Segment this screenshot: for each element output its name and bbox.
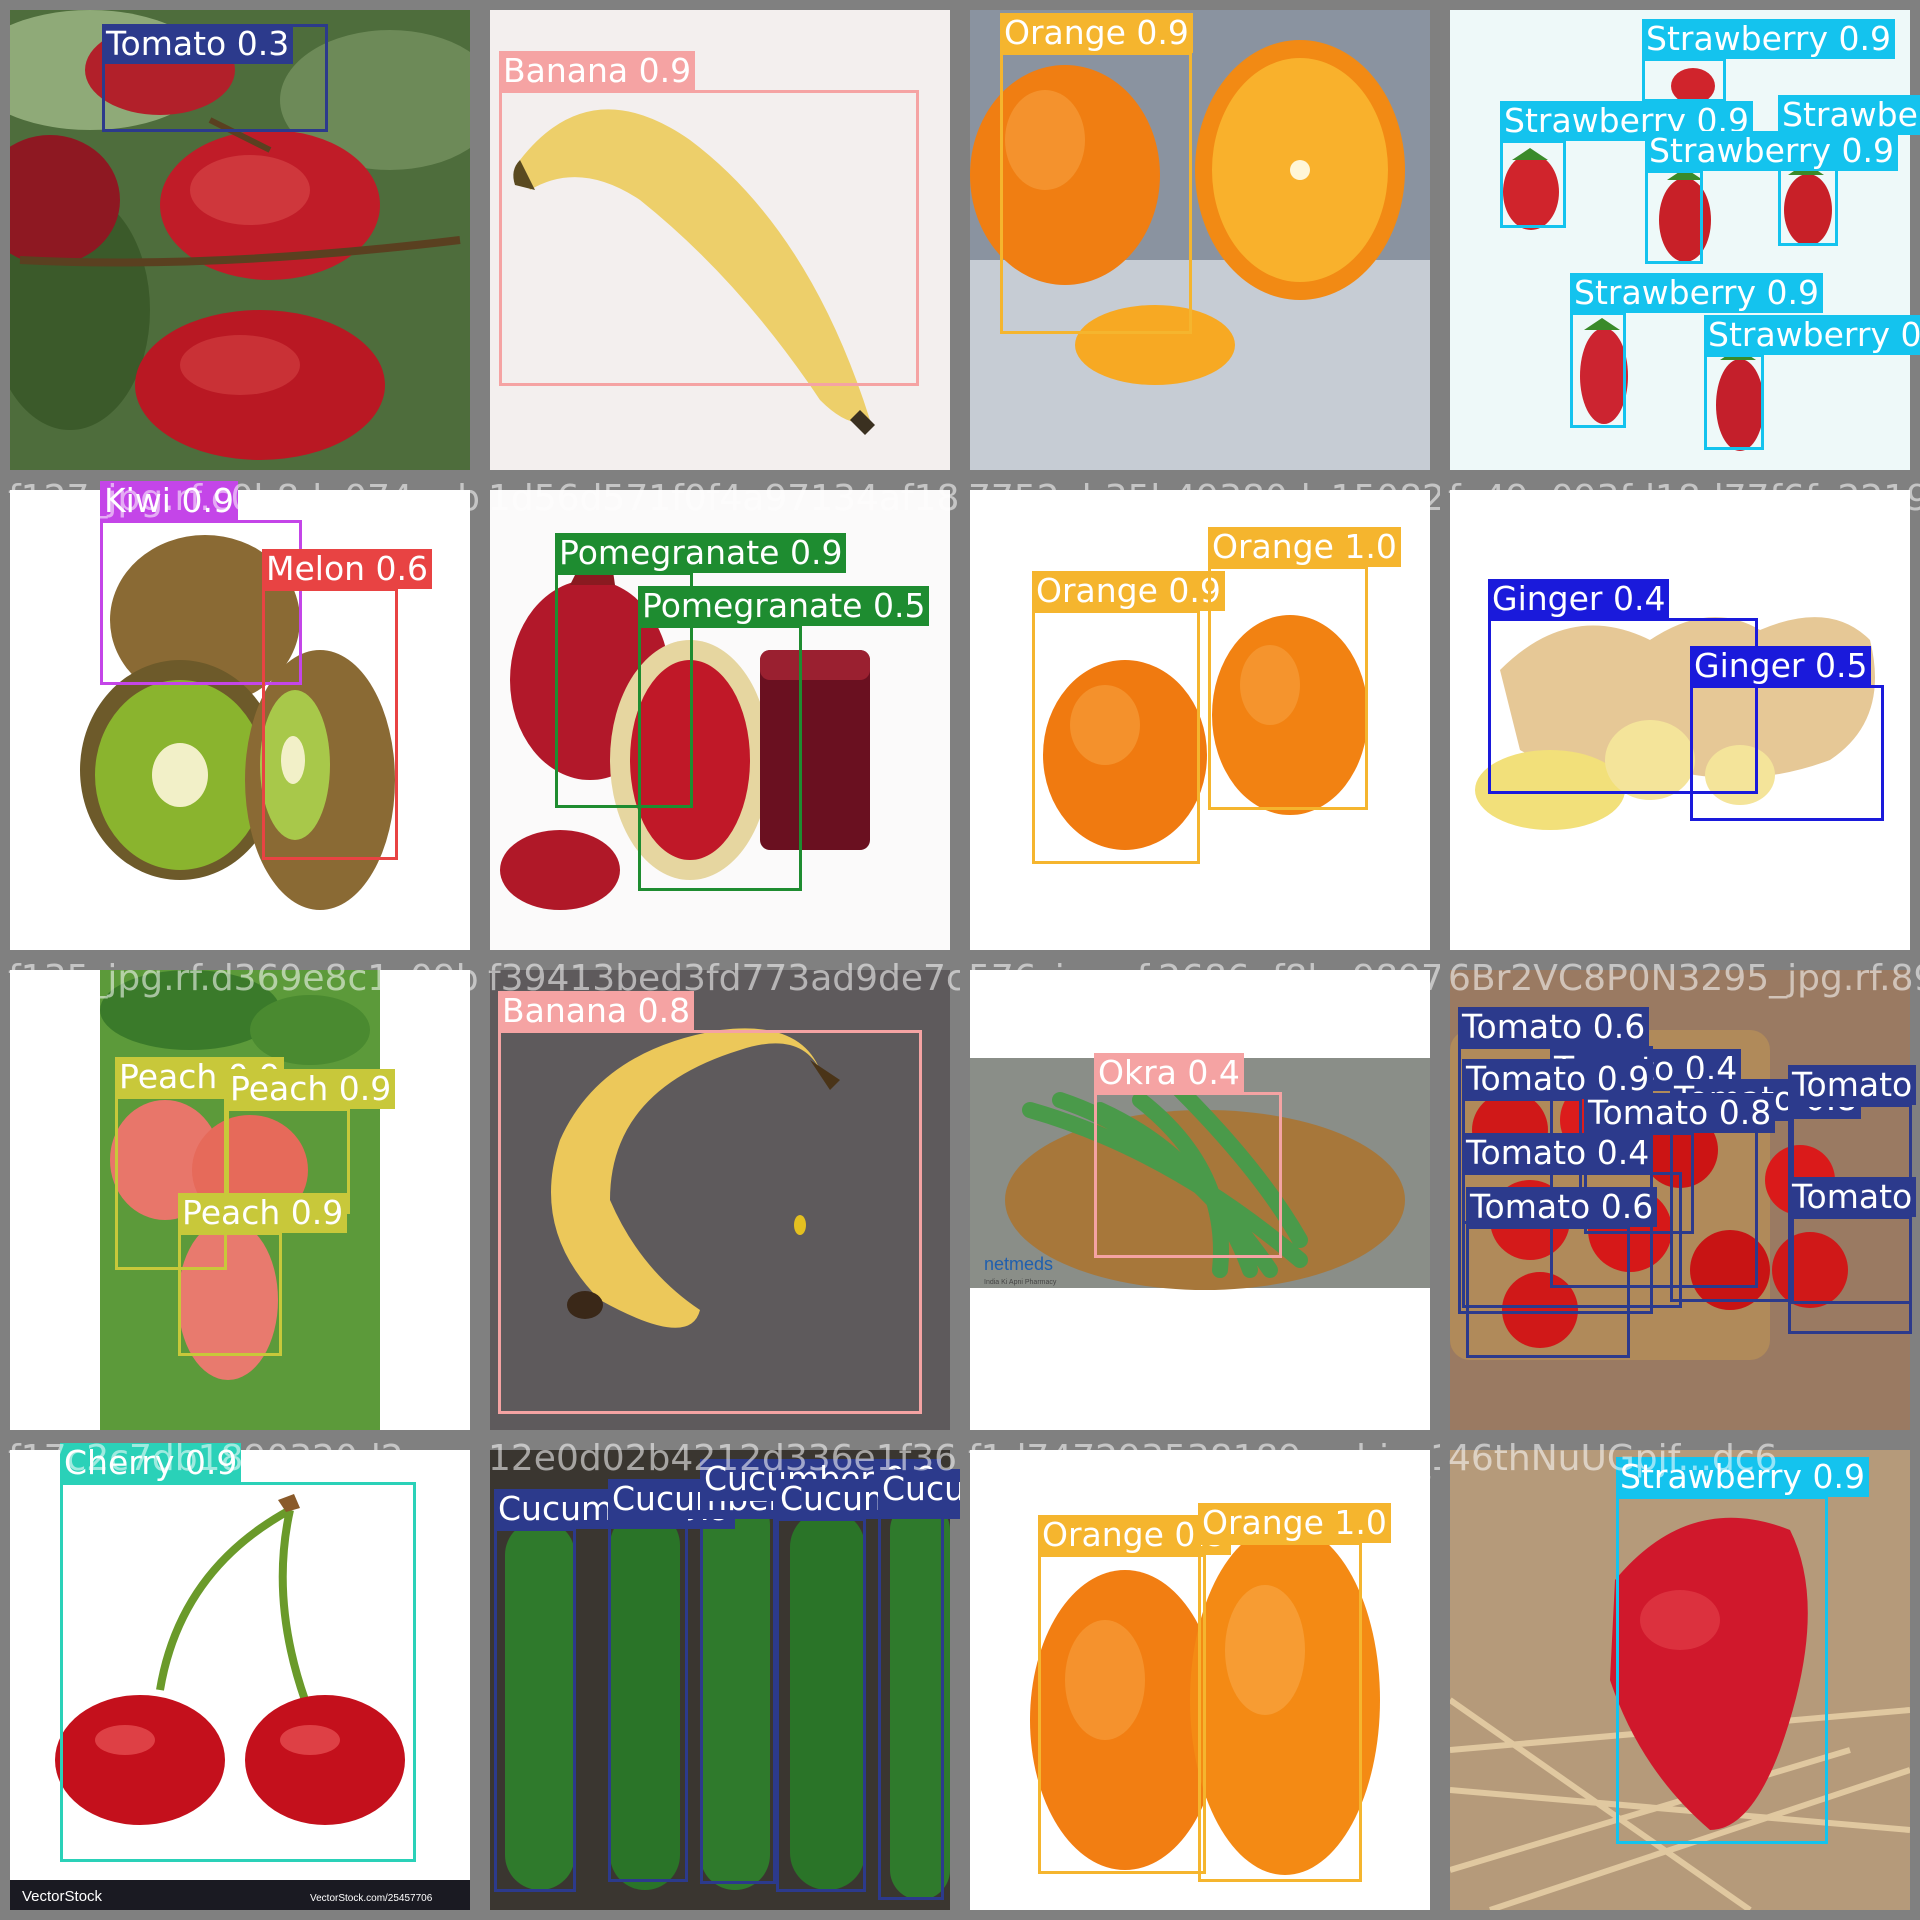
detection-label: Strawbe: [1778, 95, 1920, 135]
detection-box: Strawberry 0.9: [1616, 1457, 1869, 1844]
mosaic-tile-6: 1d56d571f0f4a97134af18087f52e_jpg.rf.498…: [480, 480, 960, 960]
detection-label: Tomato 0.6: [1466, 1187, 1658, 1227]
detection-label: Orange 0.9: [1000, 13, 1193, 53]
mosaic-tile-10: f39413bed3fd773ad9de7c32e Banana 0.8: [480, 960, 960, 1440]
detection-label: Strawberry 0.9: [1570, 273, 1823, 313]
detection-box: Strawberry 0.9: [1500, 101, 1753, 228]
detection-box: Cucumber 0.9: [494, 1489, 735, 1892]
detection-label: Tomato 0.4: [1462, 1133, 1654, 1173]
detection-box: Tomato: [1788, 1177, 1917, 1334]
mosaic-tile-12: 6Br2VC8P0N3295_jpg.rf.8928 Tomato 0.6 To…: [1440, 960, 1920, 1440]
detection-label: Melon 0.6: [262, 549, 433, 589]
detection-box: Melon 0.6: [262, 549, 433, 860]
detection-label: Orange 0.9: [1032, 571, 1225, 611]
detection-label: Tomato: [1788, 1177, 1917, 1217]
detection-label: Peach 0.9: [226, 1069, 396, 1109]
detection-box: Banana 0.8: [498, 991, 922, 1414]
mosaic-tile-2: Banana 0.9: [480, 0, 960, 480]
mosaic-tile-9: f135_jpg.rf.d369e8c1c09b8e Peach 0.9 Pea…: [0, 960, 480, 1440]
detection-label: Strawberry 0.9: [1616, 1457, 1869, 1497]
detection-box: Orange 0.9: [1000, 13, 1193, 334]
detection-label: Okra 0.4: [1094, 1053, 1244, 1093]
mosaic-tile-1: Tomato 0.3: [0, 0, 480, 480]
detection-box: Strawberry 0: [1704, 315, 1920, 450]
detection-box: Tomato 0.6: [1466, 1187, 1658, 1358]
mosaic-tile-7: 7752eb35b49380dc15082ffa Orange 0.9 Oran…: [960, 480, 1440, 960]
mosaic-tile-8: fa49e093fd18d77f6fc22195dc Ginger 0.4 Gi…: [1440, 480, 1920, 960]
detection-box: Strawberry 0.9: [1645, 131, 1898, 264]
detection-box: Cucumber 0.9: [776, 1479, 960, 1892]
detection-box: Strawberry 0.9: [1642, 19, 1895, 102]
detection-label: Cherry 0.9: [60, 1443, 242, 1483]
detection-label: Peach 0.9: [178, 1193, 348, 1233]
detection-label: Strawberry 0.9: [1645, 131, 1898, 171]
detection-box: Okra 0.4: [1094, 1053, 1282, 1258]
detection-label: Ginger 0.4: [1488, 579, 1670, 619]
mosaic-tile-5: f127_jpg.rf.c0b8da074aebc Kiwi 0.9 Melon…: [0, 480, 480, 960]
detection-box: Orange 0.9: [1032, 571, 1225, 864]
detection-label: Pomegranate 0.5: [638, 586, 930, 626]
mosaic-tile-11: netmeds India Ki Apni Pharmacy 576_jpg.r…: [960, 960, 1440, 1440]
detection-box: Pomegranate 0.5: [638, 586, 930, 891]
detection-box: Tomato 0.3: [102, 24, 328, 132]
netmeds-watermark: netmeds: [984, 1254, 1053, 1274]
detection-label: Cucumber 0.9: [878, 1469, 960, 1509]
detection-label: Banana 0.8: [498, 991, 695, 1031]
detection-box: Strawberry 0.9: [1570, 273, 1823, 428]
detection-box: Ginger 0.5: [1690, 646, 1884, 821]
netmeds-tagline: India Ki Apni Pharmacy: [984, 1279, 1057, 1286]
mosaic-tile-4: Strawberry 0.9 Strawberry 0.9 Strawbe St…: [1440, 0, 1920, 480]
detection-box: Cherry 0.9: [60, 1443, 416, 1862]
detection-label: Kiwi 0.9: [100, 481, 238, 521]
detection-label: Tomato 0.3: [102, 24, 294, 64]
detection-label: Orange 1.0: [1208, 527, 1401, 567]
detection-box: Cucumber 0.9: [700, 1459, 941, 1884]
detection-box: Orange 1.0: [1208, 527, 1401, 810]
detection-box: Orange 1.0: [1198, 1503, 1391, 1882]
vectorstock-watermark: VectorStock: [22, 1888, 103, 1905]
detection-label: Strawberry 0.9: [1642, 19, 1895, 59]
mosaic-tile-3: Orange 0.9: [960, 0, 1440, 480]
detection-label: Tomato 0.6: [1458, 1007, 1650, 1047]
detection-box: Orange 0.9: [1038, 1515, 1231, 1874]
mosaic-tile-15: f1d747293538189ra_big_1 Orange 0.9 Orang…: [960, 1440, 1440, 1920]
detection-label: Ginger 0.5: [1690, 646, 1872, 686]
mosaic-tile-14: 12e0d02b4212d336e1f36 Cucumber 0.9 Cucum…: [480, 1440, 960, 1920]
mosaic-tile-16: 46thNuUGpjf...dc6 Strawberry 0.9: [1440, 1440, 1920, 1920]
detection-box: Banana 0.9: [499, 51, 919, 386]
detection-label: Tomato: [1788, 1065, 1917, 1105]
detection-box: Cucumber 0.9: [878, 1469, 960, 1900]
detection-label: Banana 0.9: [499, 51, 696, 91]
mosaic-tile-13: VectorStock VectorStock.com/25457706 f17…: [0, 1440, 480, 1920]
detection-label: Tomato 0.8: [1584, 1093, 1776, 1133]
detection-label: Orange 1.0: [1198, 1503, 1391, 1543]
vectorstock-url: VectorStock.com/25457706: [310, 1893, 433, 1904]
detection-box: Cucumber 0.9: [608, 1479, 849, 1882]
detection-label: Strawberry 0: [1704, 315, 1920, 355]
detection-label: Pomegranate 0.9: [555, 533, 847, 573]
detection-box: Peach 0.9: [178, 1193, 348, 1356]
